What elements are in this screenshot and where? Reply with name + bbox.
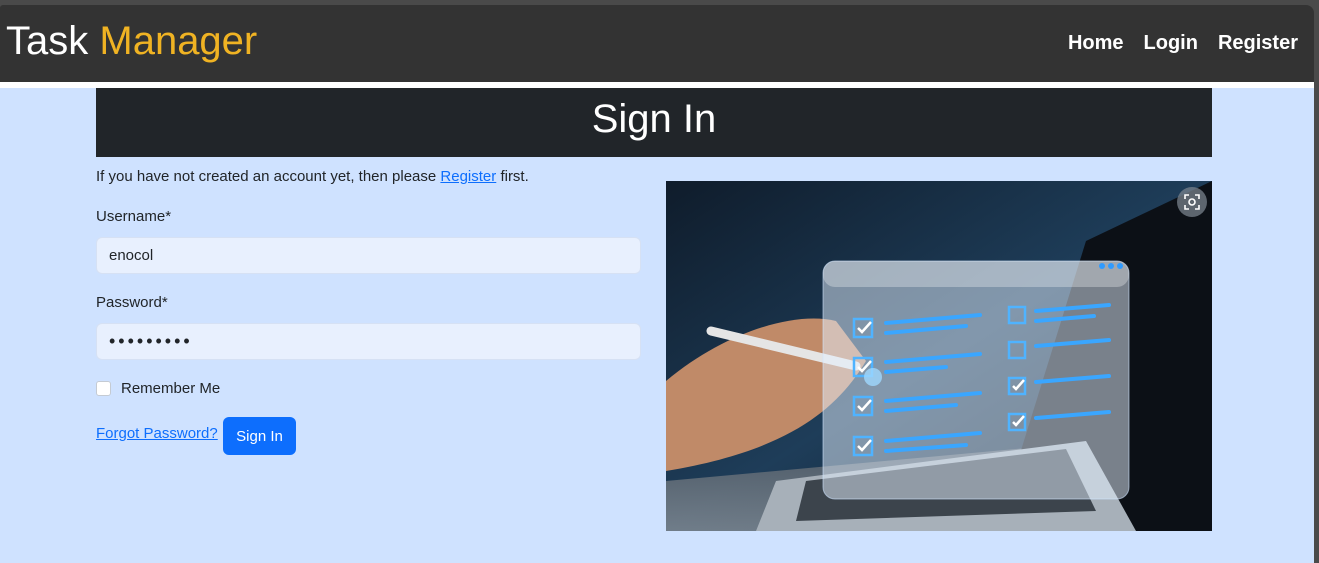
nav-home-link[interactable]: Home: [1068, 32, 1124, 55]
navbar: Task Manager Home Login Register: [0, 5, 1314, 82]
register-prompt: If you have not created an account yet, …: [96, 168, 529, 185]
sign-in-button[interactable]: Sign In: [223, 417, 296, 455]
register-link[interactable]: Register: [440, 168, 496, 185]
brand-name-part2: Manager: [99, 19, 258, 63]
nav-login-link[interactable]: Login: [1144, 32, 1198, 55]
password-input[interactable]: •••••••••: [96, 323, 641, 360]
nav-links: Home Login Register: [1068, 32, 1298, 55]
visual-search-icon[interactable]: [1177, 187, 1207, 217]
username-label: Username*: [96, 208, 172, 225]
nav-register-link[interactable]: Register: [1218, 32, 1298, 55]
laptop-checklist-illustration: [666, 181, 1212, 531]
remember-me-checkbox[interactable]: [96, 381, 111, 396]
page-title: Sign In: [96, 88, 1212, 157]
signin-page: Sign In If you have not created an accou…: [0, 88, 1314, 563]
register-prompt-text: If you have not created an account yet, …: [96, 168, 437, 185]
remember-me: Remember Me: [96, 380, 220, 397]
hero-image: [666, 181, 1212, 531]
forgot-password-link[interactable]: Forgot Password?: [96, 425, 218, 442]
username-input[interactable]: [96, 237, 641, 274]
brand-logo[interactable]: Task Manager: [6, 19, 257, 63]
password-label: Password*: [96, 294, 168, 311]
brand-name-part1: Task: [6, 19, 89, 63]
register-prompt-suffix: first.: [500, 168, 529, 185]
remember-me-label: Remember Me: [121, 380, 221, 397]
